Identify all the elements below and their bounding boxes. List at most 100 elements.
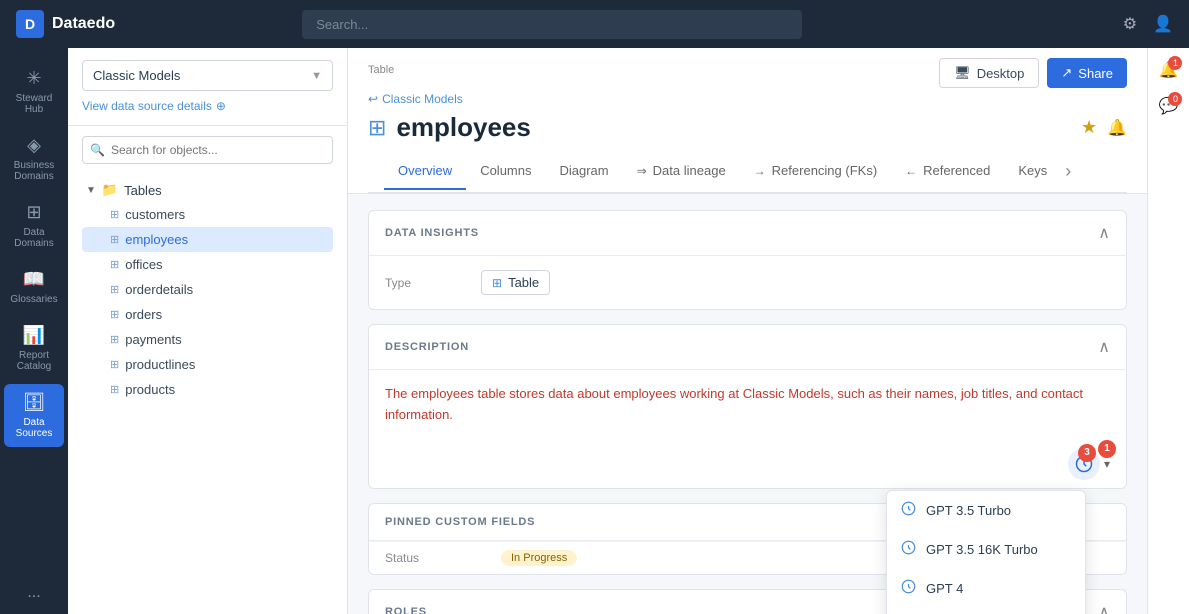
panel-header: Classic Models ▼ View data source detail… [68,48,347,126]
ai-badge-1: 1 [1098,440,1116,458]
type-label: Type [385,276,465,290]
main-content-area: Table 🖥 Desktop ↗ Share ↩ Classic Models [348,48,1147,614]
table-icon: ⊞ [110,358,119,371]
tab-referenced[interactable]: ← Referenced [891,153,1004,190]
tab-diagram[interactable]: Diagram [545,153,622,190]
type-value: ⊞ Table [481,270,550,295]
view-source-link[interactable]: View data source details ⊕ [82,99,333,113]
tree-item-productlines[interactable]: ⊞ productlines [82,352,333,377]
desktop-button[interactable]: 🖥 Desktop [939,58,1039,88]
sidebar-item-data-domains[interactable]: ⊞ Data Domains [4,194,64,257]
data-domains-icon: ⊞ [26,202,41,223]
tree-item-customers[interactable]: ⊞ customers [82,202,333,227]
datasource-dropdown[interactable]: Classic Models ▼ [82,60,333,91]
pinned-fields-title: PINNED CUSTOM FIELDS [385,516,535,528]
business-domains-icon: ◈ [27,135,41,156]
desktop-label: Desktop [977,66,1025,81]
layout: ✳ Steward Hub ◈ Business Domains ⊞ Data … [0,48,1189,614]
type-field-row: Type ⊞ Table [385,270,1110,295]
table-icon: ⊞ [110,333,119,346]
status-label: Status [385,551,485,565]
source-link-label: Classic Models [382,92,463,106]
content-area: DATA INSIGHTS ∧ Type ⊞ Table DESCR [348,194,1147,614]
tree-item-label: productlines [125,357,195,372]
status-value: In Progress [501,550,577,566]
settings-icon[interactable]: ⚙ [1123,14,1137,34]
tree-item-orders[interactable]: ⊞ orders [82,302,333,327]
expand-icon: ▼ [86,185,96,196]
roles-title: ROLES [385,606,427,614]
tab-more-icon[interactable]: › [1061,151,1075,192]
sidebar-item-business-domains[interactable]: ◈ Business Domains [4,127,64,190]
data-lineage-icon: ⇒ [637,164,647,178]
dropdown-item-gpt4[interactable]: GPT 4 [887,569,1085,608]
global-search-input[interactable] [302,10,802,39]
dropdown-item-label: GPT 3.5 Turbo [926,503,1011,518]
sidebar-item-label: Steward Hub [8,93,60,115]
tab-data-lineage[interactable]: ⇒ Data lineage [623,153,740,190]
chevron-down-icon: ▼ [311,70,322,82]
sidebar-item-report-catalog[interactable]: 📊 Report Catalog [4,317,64,380]
referenced-icon: ← [905,164,917,178]
gpt-icon [901,540,916,559]
sidebar-more[interactable]: ... [27,584,40,602]
description-title: DESCRIPTION [385,341,469,353]
sidebar-left: ✳ Steward Hub ◈ Business Domains ⊞ Data … [0,48,68,614]
tables-section-header[interactable]: ▼ 📁 Tables [82,178,333,202]
table-icon: ⊞ [110,258,119,271]
table-icon: ⊞ [110,308,119,321]
breadcrumb: Table [368,64,394,76]
chat-badge: 0 [1168,92,1182,106]
sidebar-item-label: Glossaries [10,294,57,305]
tree-item-offices[interactable]: ⊞ offices [82,252,333,277]
panel-search: 🔍 [82,136,333,164]
desktop-icon: 🖥 [954,65,971,81]
object-search-input[interactable] [82,136,333,164]
ai-dropdown-chevron[interactable]: ▾ [1104,457,1110,471]
page-title: employees [396,112,530,143]
dropdown-item-gpt35-turbo[interactable]: GPT 3.5 Turbo [887,491,1085,530]
tree-item-label: orders [125,307,162,322]
alert-icon[interactable]: 🔔 [1107,118,1127,138]
tab-columns[interactable]: Columns [466,153,545,190]
object-header-container: Table 🖥 Desktop ↗ Share ↩ Classic Models [348,48,1147,194]
sidebar-item-label: Data Sources [8,417,60,439]
referencing-icon: → [754,164,766,178]
tree-item-products[interactable]: ⊞ products [82,377,333,402]
global-search [302,10,802,39]
type-value-text: Table [508,275,539,290]
favorite-icon[interactable]: ★ [1081,117,1097,138]
view-source-label: View data source details [82,99,212,113]
chat-icon[interactable]: 💬 0 [1159,96,1179,116]
section-collapse-icon[interactable]: ∧ [1098,223,1110,243]
description-text: The employees table stores data about em… [385,384,1110,426]
content-tabs: Overview Columns Diagram ⇒ Data lineage … [368,151,1127,193]
sidebar-item-glossaries[interactable]: 📖 Glossaries [4,261,64,313]
tree-item-label: offices [125,257,162,272]
dropdown-item-gpt35-16k-turbo[interactable]: GPT 3.5 16K Turbo [887,530,1085,569]
openai-icon [901,501,916,516]
tables-section: ▼ 📁 Tables ⊞ customers ⊞ employees ⊞ off… [82,178,333,402]
ai-button-area: 3 1 ▾ GPT 3.5 Turbo [369,440,1126,488]
tree-item-orderdetails[interactable]: ⊞ orderdetails [82,277,333,302]
tab-overview[interactable]: Overview [384,153,466,190]
object-tree: ▼ 📁 Tables ⊞ customers ⊞ employees ⊞ off… [68,174,347,410]
notification-icon[interactable]: 🔔 1 [1159,60,1179,80]
user-icon[interactable]: 👤 [1153,14,1173,34]
table-icon: ⊞ [110,208,119,221]
folder-icon: 📁 [102,182,118,198]
sidebar-item-steward-hub[interactable]: ✳ Steward Hub [4,60,64,123]
tree-item-employees[interactable]: ⊞ employees [82,227,333,252]
sidebar-item-data-sources[interactable]: 🗄 Data Sources [4,384,64,447]
tree-item-label: payments [125,332,181,347]
dropdown-item-label: GPT 3.5 16K Turbo [926,542,1038,557]
dropdown-item-gpt4-turbo-model[interactable]: GPT 4 Turbo Model [887,608,1085,614]
tree-item-payments[interactable]: ⊞ payments [82,327,333,352]
tab-referencing[interactable]: → Referencing (FKs) [740,153,891,190]
share-button[interactable]: ↗ Share [1047,58,1127,88]
data-insights-section: DATA INSIGHTS ∧ Type ⊞ Table [368,210,1127,310]
tab-keys[interactable]: Keys [1004,153,1061,190]
roles-toggle-icon[interactable]: ∧ [1098,602,1110,614]
source-breadcrumb[interactable]: ↩ Classic Models [368,92,1127,106]
description-collapse-icon[interactable]: ∧ [1098,337,1110,357]
